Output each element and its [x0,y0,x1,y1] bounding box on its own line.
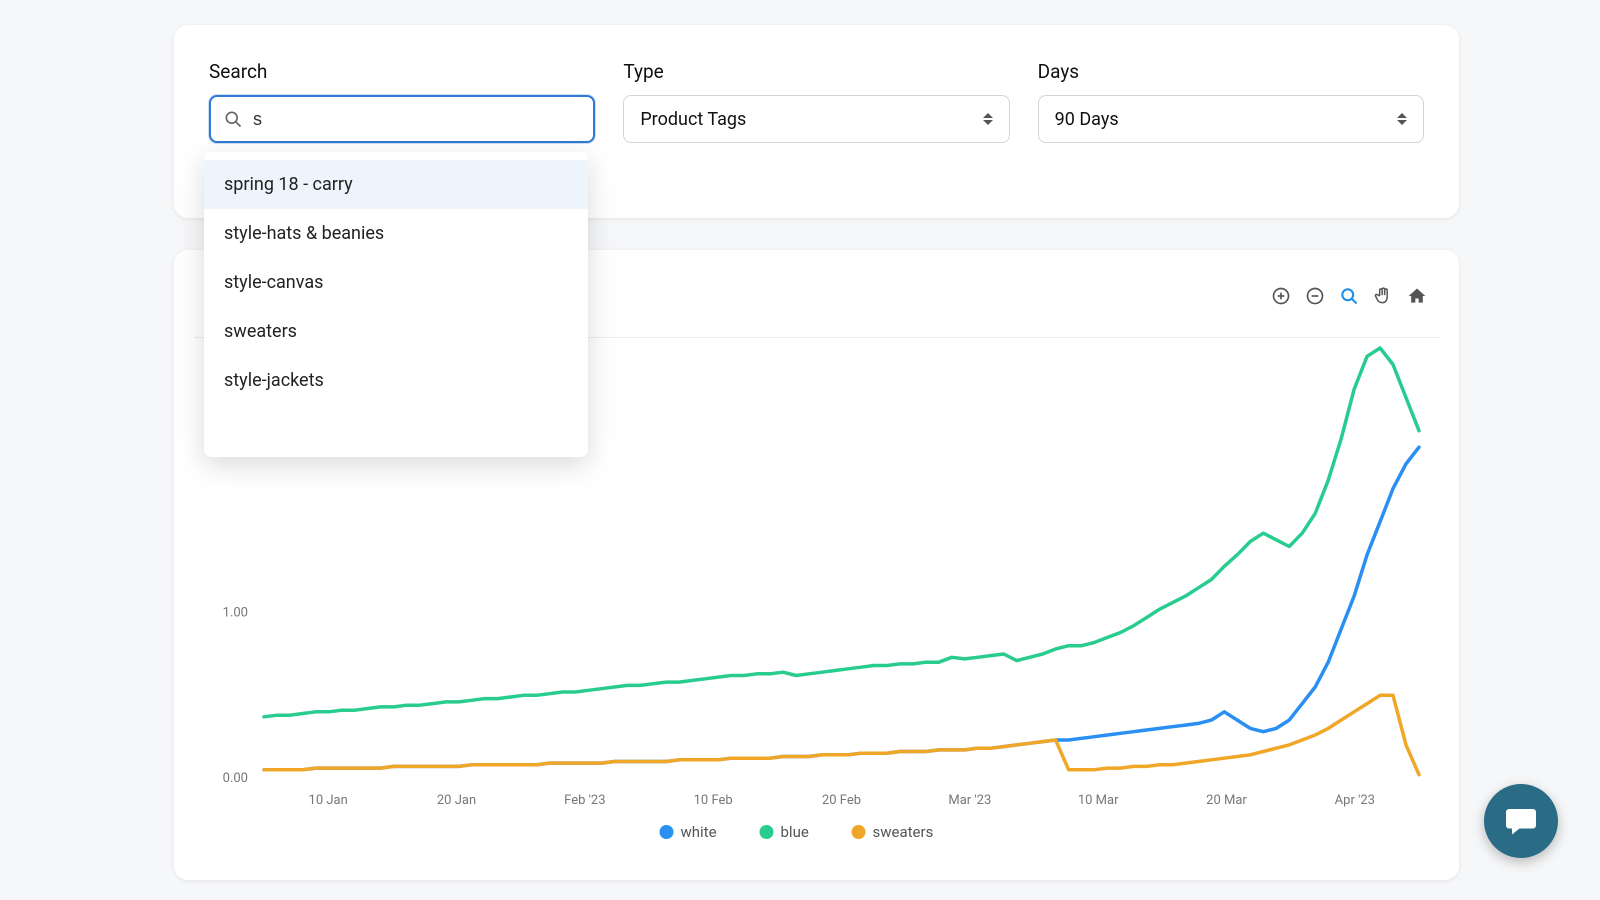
zoom-selection-icon[interactable] [1337,284,1361,308]
svg-text:20 Mar: 20 Mar [1206,793,1247,808]
svg-text:Apr '23: Apr '23 [1335,793,1375,808]
chat-fab[interactable] [1484,784,1558,858]
svg-text:20 Jan: 20 Jan [437,793,476,808]
chevron-updown-icon [1397,113,1407,125]
search-box[interactable] [209,95,595,143]
home-icon[interactable] [1405,284,1429,308]
svg-text:1.00: 1.00 [223,606,248,621]
autocomplete-item[interactable]: style-hats & beanies [204,209,588,258]
days-label: Days [1038,60,1424,83]
autocomplete-item[interactable]: style-jackets [204,356,588,405]
autocomplete-item[interactable]: style-canvas [204,258,588,307]
svg-text:Mar '23: Mar '23 [948,793,991,808]
chat-icon [1503,803,1539,839]
svg-text:10 Mar: 10 Mar [1078,793,1119,808]
svg-text:0.00: 0.00 [223,771,248,786]
svg-text:10 Feb: 10 Feb [694,793,733,808]
svg-text:Feb '23: Feb '23 [564,793,605,808]
days-select-value: 90 Days [1055,109,1119,130]
days-field: Days 90 Days [1038,60,1424,188]
days-select[interactable]: 90 Days [1038,95,1424,143]
type-select-value: Product Tags [640,109,746,130]
svg-text:sweaters: sweaters [873,823,934,841]
chart-toolbar [1269,284,1429,308]
autocomplete-dropdown: spring 18 - carrystyle-hats & beaniessty… [204,152,588,457]
autocomplete-item[interactable]: spring 18 - carry [204,160,588,209]
zoom-in-icon[interactable] [1269,284,1293,308]
autocomplete-item[interactable]: sweaters [204,307,588,356]
type-field: Type Product Tags [623,60,1009,188]
chevron-updown-icon [983,113,993,125]
svg-text:white: white [681,823,717,841]
pan-icon[interactable] [1371,284,1395,308]
search-label: Search [209,60,595,83]
search-input[interactable] [253,109,581,130]
svg-text:20 Feb: 20 Feb [822,793,861,808]
search-icon [223,109,243,129]
svg-text:10 Jan: 10 Jan [309,793,348,808]
svg-text:blue: blue [781,823,809,841]
zoom-out-icon[interactable] [1303,284,1327,308]
type-select[interactable]: Product Tags [623,95,1009,143]
type-label: Type [623,60,1009,83]
